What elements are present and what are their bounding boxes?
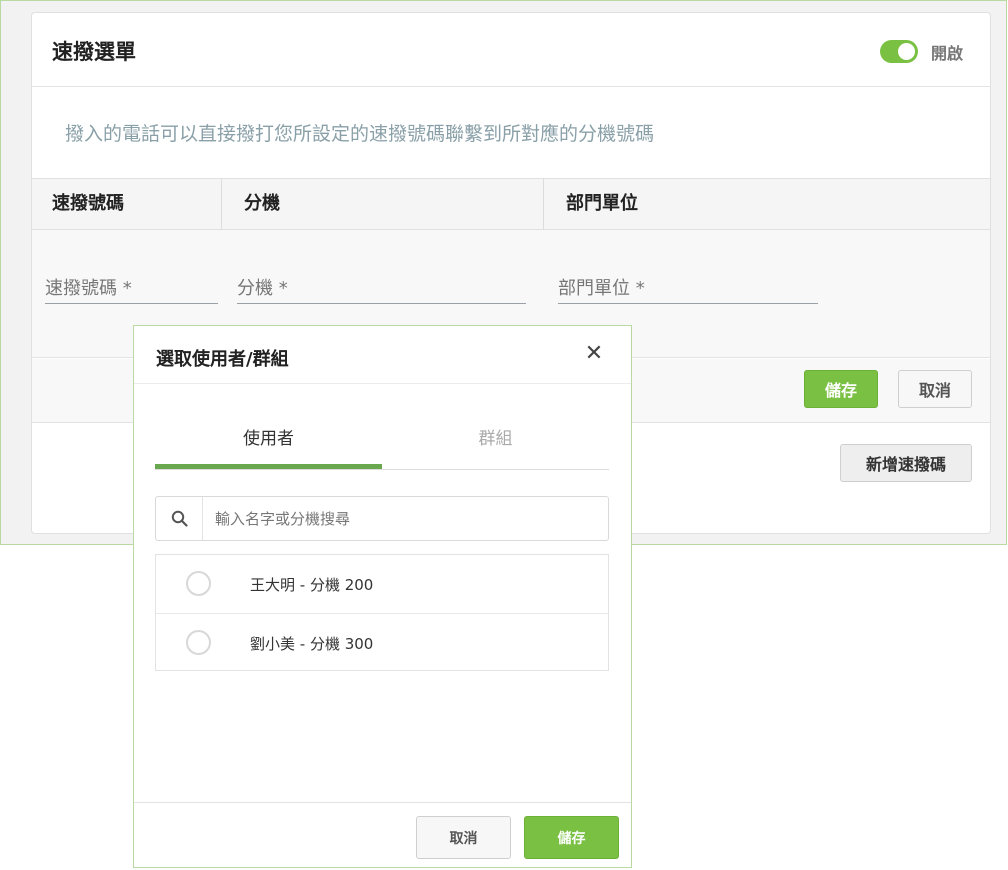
department-input[interactable] [558, 274, 818, 304]
user-label: 王大明 - 分機 200 [250, 576, 374, 594]
cancel-button[interactable]: 取消 [898, 370, 972, 408]
tab-groups[interactable]: 群組 [382, 419, 609, 469]
close-icon[interactable]: ✕ [581, 339, 607, 369]
column-header-speed-dial: 速撥號碼 [32, 179, 222, 229]
column-header-department: 部門單位 [566, 193, 638, 214]
radio-button[interactable] [186, 571, 211, 596]
list-item[interactable]: 劉小美 - 分機 300 [156, 613, 608, 671]
toggle-label: 開啟 [931, 44, 964, 63]
page-title: 速撥選單 [52, 40, 136, 64]
search-box [155, 496, 609, 541]
speed-dial-input[interactable] [45, 274, 218, 304]
search-icon [156, 497, 203, 540]
dialog-footer: 取消 儲存 [134, 802, 631, 868]
description-text: 撥入的電話可以直接撥打您所設定的速撥號碼聯繫到所對應的分機號碼 [65, 123, 655, 145]
radio-button[interactable] [186, 630, 211, 655]
dialog-cancel-button[interactable]: 取消 [416, 816, 511, 859]
save-button[interactable]: 儲存 [804, 370, 878, 408]
enable-toggle[interactable] [880, 40, 918, 63]
list-item[interactable]: 王大明 - 分機 200 [156, 555, 608, 613]
select-user-group-dialog: 選取使用者/群組 ✕ 使用者 群組 王大明 - 分機 200 劉小美 - 分機 … [133, 325, 632, 868]
add-speed-dial-button[interactable]: 新增速撥碼 [840, 444, 972, 482]
dialog-title: 選取使用者/群組 [156, 349, 289, 370]
extension-input[interactable] [237, 274, 526, 304]
toggle-knob [898, 43, 915, 60]
user-label: 劉小美 - 分機 300 [250, 635, 374, 653]
dialog-header: 選取使用者/群組 ✕ [134, 326, 631, 384]
column-header-extension: 分機 [222, 179, 544, 229]
dialog-save-button[interactable]: 儲存 [524, 816, 619, 859]
search-input[interactable] [215, 506, 595, 532]
user-list: 王大明 - 分機 200 劉小美 - 分機 300 [155, 554, 609, 671]
table-header: 速撥號碼 分機 部門單位 [32, 178, 990, 230]
tab-users[interactable]: 使用者 [155, 419, 382, 469]
card-header: 速撥選單 開啟 [32, 13, 990, 87]
dialog-tabs: 使用者 群組 [155, 419, 609, 470]
